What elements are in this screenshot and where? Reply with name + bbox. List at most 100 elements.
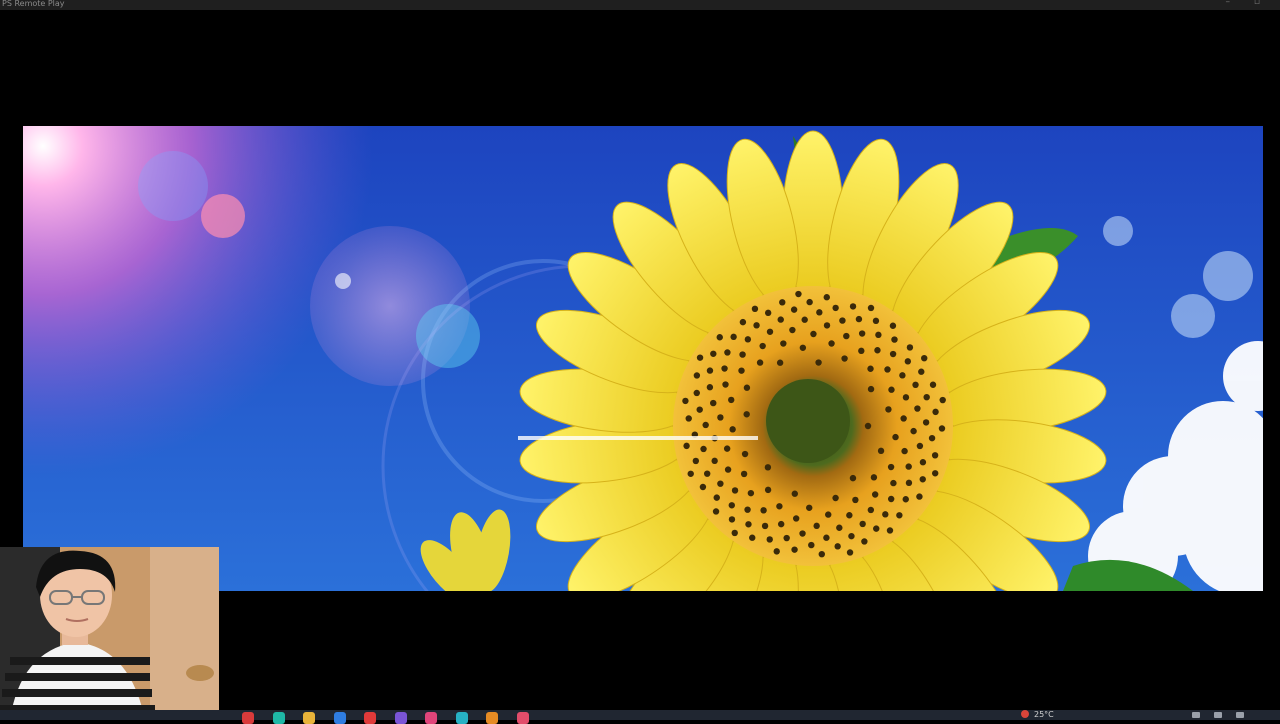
app-red-icon[interactable] bbox=[364, 712, 376, 724]
sunflower-seed bbox=[873, 525, 880, 532]
app-teal-icon[interactable] bbox=[455, 712, 468, 724]
window-titlebar: PS Remote Play – ▫ bbox=[0, 0, 1280, 10]
sunflower-seed bbox=[792, 515, 800, 522]
sunflower-seed bbox=[882, 511, 889, 518]
webcam-feed bbox=[0, 547, 219, 720]
sunflower-seed bbox=[712, 508, 720, 515]
sunflower-seed bbox=[929, 381, 937, 388]
sunflower-seed bbox=[711, 457, 718, 465]
sunflower-seed bbox=[783, 534, 790, 542]
webcam-overlay bbox=[0, 547, 219, 720]
sunflower-seed bbox=[790, 306, 798, 313]
sunflower-seed bbox=[744, 336, 752, 343]
game-stream-view[interactable] bbox=[23, 126, 1263, 591]
sunflower-seed bbox=[902, 394, 910, 401]
sunflower-seed bbox=[743, 384, 751, 391]
sunflower-seed bbox=[823, 322, 831, 329]
sunflower-seed bbox=[764, 464, 772, 471]
sunflower-seed bbox=[872, 317, 880, 325]
minimize-button[interactable]: – bbox=[1226, 0, 1231, 7]
sunflower-seed bbox=[713, 494, 720, 501]
sunflower-seed bbox=[848, 532, 855, 540]
sunflower-seed bbox=[939, 396, 946, 404]
sunflower-seed bbox=[745, 521, 752, 528]
sunflower-seed bbox=[810, 330, 817, 338]
sunflower-seed bbox=[904, 358, 912, 365]
sunflower-seed bbox=[891, 336, 898, 343]
sunflower-seed bbox=[852, 496, 859, 504]
sunflower-seed bbox=[912, 381, 919, 389]
sunflower-seed bbox=[682, 397, 689, 405]
sunflower-seed bbox=[702, 421, 709, 429]
sunflower-seed bbox=[884, 366, 891, 373]
sunflower-seed bbox=[683, 442, 690, 450]
sunflower-seed bbox=[773, 548, 780, 555]
sunflower-seed bbox=[696, 354, 704, 361]
sunflower-seed bbox=[889, 322, 897, 329]
sunflower-seed bbox=[931, 470, 939, 477]
sunflower-seed bbox=[756, 359, 764, 366]
sunflower-seed bbox=[886, 527, 894, 534]
sunflower-seed bbox=[731, 487, 739, 494]
sunflower-seed bbox=[728, 396, 735, 404]
sunflower-seed bbox=[791, 490, 799, 497]
sunflower-seed bbox=[858, 330, 866, 337]
weather-temperature[interactable]: 25°C bbox=[1034, 710, 1054, 720]
sunflower-seed bbox=[867, 506, 875, 514]
sunflower-seed bbox=[922, 419, 930, 426]
tray-battery-icon[interactable] bbox=[1236, 712, 1244, 718]
sunflower-seed bbox=[823, 534, 830, 541]
sunflower-seed bbox=[730, 333, 737, 341]
app-pink-icon[interactable] bbox=[425, 712, 437, 724]
sunflower-seed bbox=[928, 434, 936, 442]
sunflower-seed bbox=[864, 422, 872, 430]
sunflower-seed bbox=[716, 334, 723, 341]
remote-play-icon[interactable] bbox=[516, 712, 529, 724]
sunflower-seed bbox=[722, 381, 729, 388]
taskbar: 25°C bbox=[0, 710, 1280, 724]
sunflower-seed bbox=[867, 304, 875, 312]
sunflower-seed bbox=[889, 350, 897, 358]
sunflower-seed bbox=[832, 304, 839, 312]
sunflower-seed bbox=[923, 393, 930, 401]
sunflower-seed bbox=[693, 389, 700, 397]
sunflower-seed bbox=[740, 470, 748, 478]
sunflower-seed bbox=[938, 425, 946, 432]
sunflower-seed bbox=[815, 359, 822, 366]
sunflower-seed bbox=[919, 476, 926, 483]
folder-icon[interactable] bbox=[303, 712, 315, 724]
sunflower-seed bbox=[780, 340, 787, 347]
sunflower-seed bbox=[888, 386, 895, 393]
maximize-button[interactable]: ▫ bbox=[1254, 0, 1260, 7]
sunflower-seed bbox=[777, 520, 785, 528]
sunflower-seed bbox=[839, 317, 846, 324]
sunflower-seed bbox=[731, 529, 738, 537]
sunflower-seed bbox=[919, 459, 927, 466]
tray-network-icon[interactable] bbox=[1192, 712, 1200, 718]
store-icon[interactable] bbox=[333, 712, 346, 724]
sunflower-seed bbox=[779, 299, 786, 306]
edge-icon[interactable] bbox=[272, 712, 285, 724]
sunflower-seed bbox=[892, 433, 899, 441]
sunflower-seed bbox=[858, 347, 865, 355]
sunflower-seed bbox=[776, 359, 784, 366]
sunflower-seed bbox=[921, 354, 928, 362]
sunflower-seed bbox=[801, 316, 808, 323]
sunflower-seed bbox=[751, 305, 759, 313]
sunflower-seed bbox=[916, 442, 924, 450]
sunflower-seed bbox=[846, 549, 854, 556]
sunflower-seed bbox=[806, 298, 813, 306]
sunflower-seed bbox=[931, 452, 939, 459]
sunflower-seed bbox=[744, 506, 751, 513]
sunflower-seed bbox=[832, 494, 839, 502]
sunflower-seed bbox=[867, 385, 875, 393]
sunflower-seed bbox=[700, 445, 707, 453]
start-icon[interactable] bbox=[242, 712, 254, 724]
sunflower-seed bbox=[896, 512, 903, 519]
app-purple-icon[interactable] bbox=[394, 712, 407, 724]
sunflower-seed bbox=[834, 543, 841, 550]
tray-volume-icon[interactable] bbox=[1214, 712, 1222, 718]
app-orange-icon[interactable] bbox=[486, 712, 498, 724]
sunflower-seed bbox=[899, 372, 906, 379]
sunflower-seed bbox=[759, 342, 766, 350]
